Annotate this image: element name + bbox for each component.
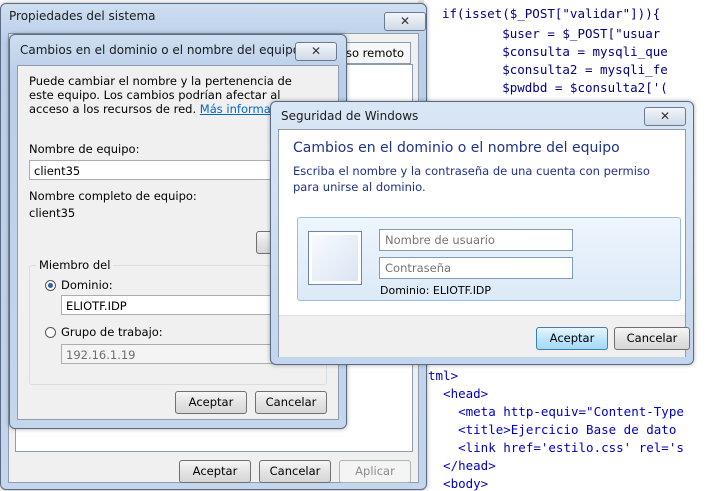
cancel-button[interactable]: Cancelar (614, 327, 690, 350)
code-line: tml> (428, 368, 459, 383)
dialog-content: Cambios en el dominio o el nombre del eq… (278, 129, 690, 357)
workgroup-radio[interactable] (45, 327, 56, 338)
code-line: <title>Ejercicio Base de dato (428, 422, 677, 437)
close-icon: ✕ (399, 14, 411, 28)
computer-name-label: Nombre de equipo: (29, 142, 140, 156)
ok-button[interactable]: Aceptar (175, 391, 247, 414)
close-button[interactable]: ✕ (644, 107, 686, 126)
close-button[interactable]: ✕ (295, 42, 337, 61)
window-title: Propiedades del sistema (9, 9, 156, 23)
workgroup-label: Grupo de trabajo: (61, 325, 163, 339)
tab-label: so remoto (345, 46, 405, 60)
credential-tile: Dominio: ELIOTF.IDP (297, 217, 681, 301)
code-line: </head> (428, 458, 496, 473)
full-name-value: client35 (29, 206, 76, 220)
code-line: <head> (428, 386, 489, 401)
code-line: <meta http-equiv="Content-Type (428, 404, 684, 419)
code-line: <link href='estilo.css' rel='s (428, 440, 684, 455)
domain-text: Dominio: ELIOTF.IDP (380, 284, 492, 297)
dialog-title: Seguridad de Windows (281, 109, 419, 123)
close-icon: ✕ (310, 44, 322, 58)
windows-security-dialog: Seguridad de Windows ✕ Cambios en el dom… (270, 101, 694, 365)
cancel-button[interactable]: Cancelar (255, 391, 327, 414)
code-line: $pwdbd = $consulta2['( (442, 80, 668, 95)
tab-acceso-remoto[interactable]: so remoto (339, 42, 411, 64)
domain-radio[interactable] (45, 280, 56, 291)
dialog-title: Cambios en el dominio o el nombre del eq… (20, 43, 301, 57)
ok-button[interactable]: Aceptar (536, 327, 608, 350)
button-bar: Aceptar Cancelar (279, 315, 690, 357)
close-icon: ✕ (659, 109, 671, 123)
dialog-heading: Cambios en el dominio o el nombre del eq… (293, 140, 620, 156)
username-input[interactable] (379, 229, 573, 251)
code-line: if(isset($_POST["validar"])){ (442, 6, 661, 21)
close-button[interactable]: ✕ (384, 12, 426, 31)
code-line: $user = $_POST["usuar (442, 26, 661, 41)
member-of-label: Miembro del (36, 258, 114, 272)
apply-button[interactable]: Aplicar (339, 460, 411, 483)
cancel-button[interactable]: Cancelar (259, 460, 331, 483)
ok-button[interactable]: Aceptar (179, 460, 251, 483)
password-input[interactable] (379, 257, 573, 279)
code-line: $consulta2 = mysqli_fe (442, 62, 668, 77)
instruction-text: Escriba el nombre y la contraseña de una… (293, 164, 650, 194)
code-line: <body> (428, 476, 489, 491)
user-picture-icon (308, 231, 362, 285)
domain-label: Dominio: (61, 278, 113, 292)
code-line: $consulta = mysqli_que (442, 44, 668, 59)
full-name-label: Nombre completo de equipo: (29, 189, 197, 203)
